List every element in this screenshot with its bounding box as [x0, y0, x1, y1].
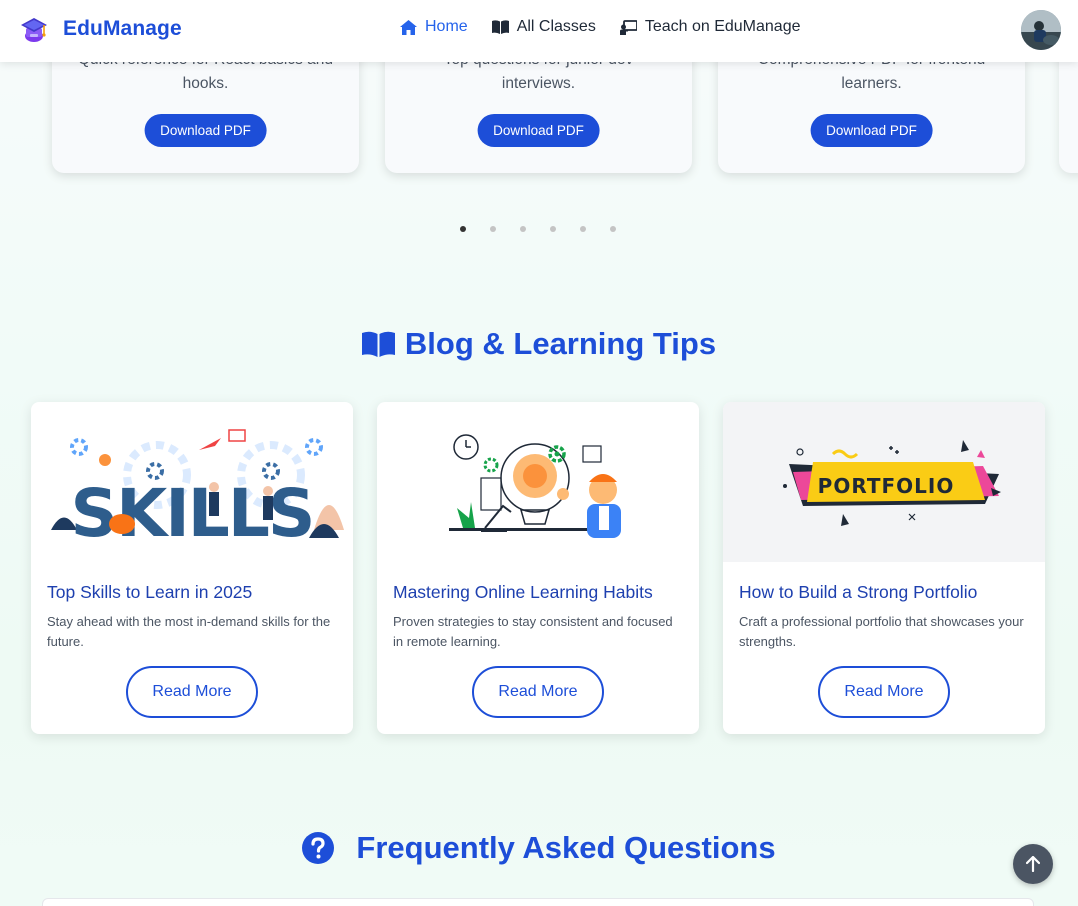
- nav-link-label: All Classes: [516, 18, 596, 35]
- blog-card: PORTFOLIO How to Build a Strong Portfoli…: [723, 402, 1045, 734]
- download-pdf-button[interactable]: Download PDF: [477, 114, 600, 147]
- learning-habits-illustration-icon: [449, 434, 621, 538]
- read-more-button[interactable]: Read More: [472, 666, 604, 718]
- blog-card: SKILLS Top Skills to Learn in 2025 Stay …: [31, 402, 353, 734]
- blog-card-title: How to Build a Strong Portfolio: [739, 582, 978, 602]
- blog-card-image: [385, 410, 691, 554]
- brand-name: EduManage: [63, 17, 182, 40]
- blog-card-title: Mastering Online Learning Habits: [393, 582, 653, 602]
- blog-card-description: Craft a professional portfolio that show…: [739, 614, 1024, 649]
- faq-section-title: Frequently Asked Questions: [0, 830, 1078, 866]
- navbar: EduManage Home All Classes Teach on EduM…: [0, 0, 1078, 62]
- carousel-dot[interactable]: [550, 226, 556, 232]
- carousel-dot[interactable]: [580, 226, 586, 232]
- carousel-dot[interactable]: [490, 226, 496, 232]
- carousel-dot[interactable]: [610, 226, 616, 232]
- blog-card-image: PORTFOLIO: [723, 402, 1045, 562]
- faq-item[interactable]: [42, 898, 1034, 906]
- portfolio-image-text: PORTFOLIO: [818, 474, 955, 498]
- portfolio-illustration-icon: PORTFOLIO: [783, 440, 1001, 526]
- download-pdf-button[interactable]: Download PDF: [144, 114, 267, 147]
- carousel-dot[interactable]: [520, 226, 526, 232]
- avatar-photo-icon: [1021, 10, 1061, 50]
- blog-card-title: Top Skills to Learn in 2025: [47, 582, 253, 602]
- open-book-icon: [361, 331, 395, 357]
- nav-link-teach[interactable]: Teach on EduManage: [619, 18, 801, 36]
- home-icon: [400, 19, 417, 35]
- read-more-button[interactable]: Read More: [126, 666, 258, 718]
- scroll-to-top-button[interactable]: [1013, 844, 1053, 884]
- carousel-dot[interactable]: [460, 226, 466, 232]
- arrow-up-icon: [1026, 856, 1040, 872]
- blog-card-description: Stay ahead with the most in-demand skill…: [47, 614, 331, 649]
- brand[interactable]: EduManage: [20, 14, 182, 44]
- blog-card: Mastering Online Learning Habits Proven …: [377, 402, 699, 734]
- faq-title-text: Frequently Asked Questions: [356, 830, 776, 865]
- skills-illustration-icon: SKILLS: [51, 429, 344, 552]
- nav-links: Home All Classes Teach on EduManage: [400, 18, 825, 36]
- book-icon: [491, 20, 509, 34]
- graduation-cap-logo-icon: [21, 18, 47, 42]
- nav-link-home[interactable]: Home: [400, 18, 468, 36]
- blog-card-description: Proven strategies to stay consistent and…: [393, 614, 673, 649]
- nav-link-label: Home: [425, 18, 468, 35]
- nav-link-all-classes[interactable]: All Classes: [491, 18, 596, 36]
- user-avatar[interactable]: [1021, 10, 1061, 50]
- blog-card-image: SKILLS: [39, 410, 345, 554]
- blog-title-text: Blog & Learning Tips: [404, 326, 717, 361]
- read-more-button[interactable]: Read More: [818, 666, 950, 718]
- carousel-dots: [460, 226, 640, 232]
- blog-section-title: Blog & Learning Tips: [0, 326, 1078, 362]
- question-circle-icon: [302, 832, 335, 864]
- nav-link-label: Teach on EduManage: [644, 18, 801, 35]
- skills-image-text: SKILLS: [71, 475, 314, 552]
- download-pdf-button[interactable]: Download PDF: [810, 114, 933, 147]
- teacher-icon: [619, 19, 637, 35]
